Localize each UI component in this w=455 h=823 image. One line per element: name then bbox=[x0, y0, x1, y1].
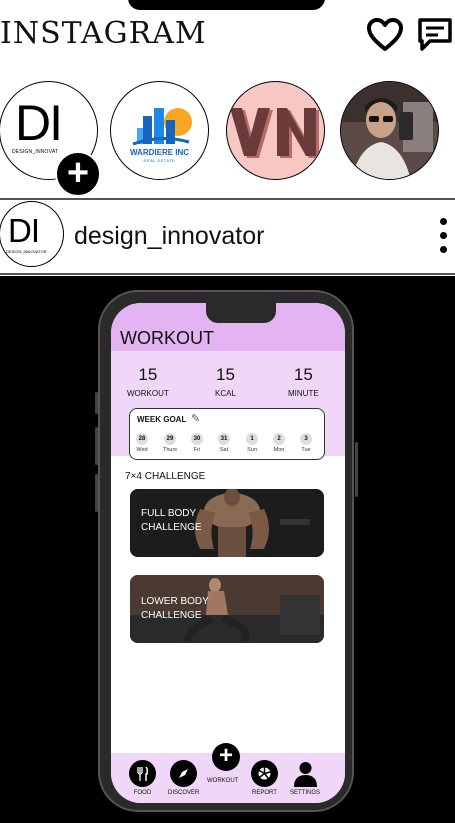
phone-side-button bbox=[355, 442, 358, 497]
divider-top bbox=[0, 198, 455, 200]
wardiere-sub: REAL ESTATE bbox=[143, 158, 176, 163]
day-number: 31 bbox=[218, 433, 230, 445]
day-item[interactable]: 29 Thurs bbox=[159, 433, 181, 453]
phone-side-button bbox=[95, 474, 98, 512]
day-label: Tue bbox=[301, 447, 311, 453]
user-icon bbox=[292, 760, 319, 787]
fork-knife-icon bbox=[129, 760, 156, 787]
tab-label: FOOD bbox=[133, 790, 152, 796]
day-number: 28 bbox=[136, 433, 148, 445]
story-caption: DESIGN_INNOVAT bbox=[12, 149, 59, 155]
day-number: 29 bbox=[164, 433, 176, 445]
post-avatar[interactable]: DI DESIGN_INNOVATOR bbox=[0, 201, 64, 267]
day-item[interactable]: 2 Mon bbox=[268, 433, 290, 453]
day-label: Mon bbox=[273, 447, 285, 453]
vn-monogram bbox=[230, 108, 319, 158]
day-item[interactable]: 28 Wed bbox=[131, 433, 153, 453]
day-item[interactable]: 1 Sun bbox=[241, 433, 263, 453]
week-goal-card[interactable]: WEEK GOAL ✎ 28 Wed 29 Thurs 30 Fri 31 Sa… bbox=[129, 408, 325, 460]
card-title-line2: CHALLENGE bbox=[141, 610, 202, 621]
story-logo-text: DI bbox=[15, 95, 63, 151]
day-label: Sat bbox=[219, 447, 229, 453]
stat-value: 15 bbox=[215, 365, 235, 384]
phone-side-button bbox=[95, 392, 98, 414]
heart-icon[interactable] bbox=[366, 16, 404, 54]
post-username[interactable]: design_innovator bbox=[74, 222, 264, 251]
day-label: Wed bbox=[136, 447, 148, 453]
day-label: Fri bbox=[193, 447, 201, 453]
card-title-line1: FULL BODY bbox=[141, 508, 197, 519]
full-body-challenge-card[interactable]: FULL BODY CHALLENGE bbox=[130, 489, 324, 557]
tab-label: SETTINGS bbox=[290, 790, 321, 796]
story-user-photo[interactable] bbox=[340, 81, 439, 180]
workout-app-screen: WORKOUT 15 WORKOUT 15 KCAL 15 MINUTE WEE… bbox=[111, 303, 345, 803]
tab-settings[interactable]: SETTINGS bbox=[290, 760, 320, 796]
story-design-innovator[interactable]: DI DESIGN_INNOVAT + bbox=[0, 81, 101, 197]
stat-label: WORKOUT bbox=[127, 389, 169, 398]
screen-title: WORKOUT bbox=[120, 328, 214, 348]
pie-chart-icon bbox=[251, 760, 278, 787]
pencil-icon[interactable]: ✎ bbox=[191, 412, 200, 425]
tab-label: DISCOVER bbox=[168, 790, 200, 796]
card-title: FULL BODY CHALLENGE bbox=[141, 507, 202, 535]
day-number: 2 bbox=[273, 433, 285, 445]
day-item[interactable]: 30 Fri bbox=[186, 433, 208, 453]
building-logo-icon bbox=[132, 108, 192, 146]
stat-label: MINUTE bbox=[288, 389, 319, 398]
story-wardiere[interactable]: WARDIERE INC REAL ESTATE bbox=[110, 81, 209, 180]
week-goal-title: WEEK GOAL bbox=[137, 415, 187, 424]
phone-notch bbox=[206, 303, 276, 323]
story-vn[interactable] bbox=[226, 81, 325, 180]
phone-mockup: WORKOUT 15 WORKOUT 15 KCAL 15 MINUTE WEE… bbox=[95, 290, 358, 812]
wardiere-name: WARDIERE INC bbox=[129, 148, 190, 157]
tab-workout[interactable]: WORKOUT bbox=[207, 775, 238, 784]
tab-label: REPORT bbox=[252, 790, 277, 796]
stat-minute: 15 MINUTE bbox=[288, 365, 319, 398]
lower-body-challenge-card[interactable]: LOWER BODY CHALLENGE bbox=[130, 575, 324, 643]
stat-value: 15 bbox=[138, 365, 158, 384]
post-avatar-sub: DESIGN_INNOVATOR bbox=[6, 249, 47, 254]
add-story-button[interactable]: + bbox=[55, 151, 101, 197]
divider-bottom bbox=[0, 273, 455, 275]
stat-kcal: 15 KCAL bbox=[215, 365, 236, 398]
day-label: Thurs bbox=[162, 447, 178, 453]
post-avatar-text: DI bbox=[8, 212, 40, 249]
card-title-line2: CHALLENGE bbox=[141, 522, 202, 533]
phone-side-button bbox=[95, 427, 98, 465]
add-workout-button[interactable]: + bbox=[212, 743, 240, 771]
day-label: Sun bbox=[247, 447, 257, 453]
card-title-line1: LOWER BODY bbox=[141, 596, 209, 607]
more-vertical-icon[interactable] bbox=[437, 218, 449, 262]
messages-icon[interactable] bbox=[416, 16, 454, 54]
day-number: 1 bbox=[246, 433, 258, 445]
day-number: 3 bbox=[300, 433, 312, 445]
day-item[interactable]: 31 Sat bbox=[213, 433, 235, 453]
tab-report[interactable]: REPORT bbox=[251, 760, 278, 796]
tab-food[interactable]: FOOD bbox=[129, 760, 156, 796]
card-title: LOWER BODY CHALLENGE bbox=[141, 595, 209, 623]
compass-icon bbox=[170, 760, 198, 787]
status-notch bbox=[128, 0, 325, 10]
tab-label: WORKOUT bbox=[207, 778, 239, 784]
day-item[interactable]: 3 Tue bbox=[295, 433, 317, 453]
challenge-title: 7×4 CHALLENGE bbox=[125, 471, 206, 482]
app-title: INSTAGRAM bbox=[0, 16, 207, 51]
tab-discover[interactable]: DISCOVER bbox=[168, 760, 199, 796]
stat-workout: 15 WORKOUT bbox=[127, 365, 169, 398]
day-number: 30 bbox=[191, 433, 203, 445]
stat-value: 15 bbox=[293, 365, 313, 384]
user-photo bbox=[341, 82, 438, 179]
stat-label: KCAL bbox=[215, 389, 236, 398]
